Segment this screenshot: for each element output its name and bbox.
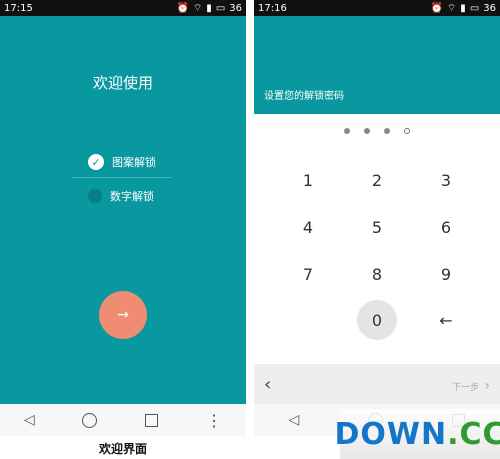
battery-icon: ▭ <box>215 2 226 14</box>
next-step-label: 下一步 <box>452 382 480 393</box>
wifi-icon: ⌔ <box>192 2 203 14</box>
status-bar: 17:15 ⏰ ⌔ ▮ ▭ 36 <box>0 0 246 16</box>
battery-icon: ▭ <box>469 2 480 14</box>
nav-home-icon[interactable] <box>82 412 98 428</box>
nav-back-icon[interactable]: ◁ <box>24 412 35 428</box>
battery-level: 36 <box>229 2 242 14</box>
nav-menu-icon[interactable]: ⋮ <box>206 411 222 430</box>
header: 设置您的解锁密码 <box>254 16 500 114</box>
backspace-icon[interactable]: ← <box>426 300 466 340</box>
option-label: 数字解锁 <box>110 190 154 203</box>
key-6[interactable]: 6 <box>426 207 466 247</box>
welcome-content: 欢迎使用 ✓ 图案解锁 数字解锁 → <box>0 16 246 404</box>
option-pattern-unlock[interactable]: ✓ 图案解锁 <box>88 154 156 170</box>
key-3[interactable]: 3 <box>426 160 466 200</box>
key-8[interactable]: 8 <box>357 254 397 294</box>
pin-dot-empty <box>404 128 410 134</box>
nav-back-icon[interactable]: ◁ <box>289 412 300 428</box>
status-time: 17:15 <box>4 2 33 14</box>
alarm-icon: ⏰ <box>430 2 443 14</box>
pin-dot-filled <box>344 128 350 134</box>
chevron-right-icon: › <box>484 377 490 394</box>
status-icons: ⏰ ⌔ ▮ ▭ 36 <box>176 2 242 15</box>
key-1[interactable]: 1 <box>288 160 328 200</box>
welcome-screen: 17:15 ⏰ ⌔ ▮ ▭ 36 欢迎使用 ✓ 图案解锁 数字解锁 → ◁ ⋮ <box>0 0 246 436</box>
alarm-icon: ⏰ <box>176 2 189 14</box>
status-icons: ⏰ ⌔ ▮ ▭ 36 <box>430 2 496 15</box>
next-button[interactable]: → <box>99 291 147 339</box>
divider <box>72 177 172 178</box>
option-pin-unlock[interactable]: 数字解锁 <box>88 188 154 204</box>
page-title: 欢迎使用 <box>92 74 153 92</box>
status-time: 17:16 <box>258 2 287 14</box>
option-label: 图案解锁 <box>112 156 156 169</box>
arrow-right-icon: → <box>117 307 129 323</box>
pin-setup-screen: 17:16 ⏰ ⌔ ▮ ▭ 36 设置您的解锁密码 1 2 3 4 5 6 7 … <box>254 0 500 436</box>
navigation-bar: ◁ ⋮ <box>0 404 246 436</box>
radio-unselected-icon <box>88 189 102 203</box>
watermark-logo: DOWN .CC <box>334 409 500 459</box>
back-chevron-icon[interactable]: ‹ <box>264 374 271 395</box>
checkmark-icon: ✓ <box>88 154 104 170</box>
key-7[interactable]: 7 <box>288 254 328 294</box>
key-5[interactable]: 5 <box>357 207 397 247</box>
signal-icon: ▮ <box>206 2 212 14</box>
page-title: 设置您的解锁密码 <box>264 91 344 102</box>
caption-left: 欢迎界面 <box>98 442 147 456</box>
pin-dot-filled <box>384 128 390 134</box>
next-step-button[interactable]: 下一步 › <box>452 375 490 394</box>
watermark-text: DOWN <box>334 416 448 452</box>
key-0[interactable]: 0 <box>357 300 397 340</box>
battery-level: 36 <box>483 2 496 14</box>
pin-indicator <box>254 128 500 134</box>
status-bar: 17:16 ⏰ ⌔ ▮ ▭ 36 <box>254 0 500 16</box>
nav-recents-icon[interactable] <box>145 413 159 427</box>
key-4[interactable]: 4 <box>288 207 328 247</box>
watermark-suffix: .CC <box>447 416 500 452</box>
key-2[interactable]: 2 <box>357 160 397 200</box>
signal-icon: ▮ <box>460 2 466 14</box>
pin-dot-filled <box>364 128 370 134</box>
bottom-action-bar: ‹ 下一步 › <box>254 364 500 404</box>
wifi-icon: ⌔ <box>446 2 457 14</box>
key-9[interactable]: 9 <box>426 254 466 294</box>
